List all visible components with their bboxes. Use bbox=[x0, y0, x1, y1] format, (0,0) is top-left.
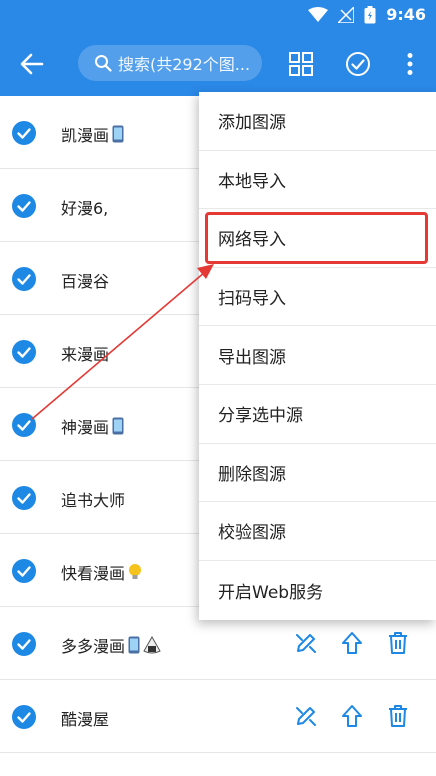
more-vert-icon[interactable] bbox=[397, 51, 423, 77]
checked-icon[interactable] bbox=[12, 559, 36, 583]
back-arrow-icon[interactable] bbox=[18, 50, 46, 78]
search-box[interactable]: 搜索(共292个图... bbox=[78, 45, 262, 81]
overflow-menu: 添加图源 本地导入 网络导入 扫码导入 导出图源 分享选中源 删除图源 校验图源… bbox=[199, 92, 436, 620]
source-name: 凯漫画 bbox=[61, 122, 124, 146]
move-top-icon[interactable] bbox=[340, 704, 364, 728]
wifi-icon bbox=[308, 6, 329, 22]
rice-ball-icon bbox=[143, 636, 161, 654]
source-name: 神漫画 bbox=[61, 414, 124, 438]
checked-icon[interactable] bbox=[12, 413, 36, 437]
edit-icon[interactable] bbox=[294, 631, 318, 655]
menu-item-delete-source[interactable]: 删除图源 bbox=[199, 444, 436, 503]
list-item[interactable]: 酷漫屋 bbox=[0, 680, 436, 753]
source-name: 多多漫画 bbox=[61, 633, 161, 657]
source-name: 好漫6, bbox=[61, 199, 109, 218]
checked-icon[interactable] bbox=[12, 121, 36, 145]
edit-icon[interactable] bbox=[294, 704, 318, 728]
phone-icon bbox=[128, 636, 140, 654]
signal-icon bbox=[338, 6, 355, 23]
search-icon bbox=[95, 55, 112, 72]
menu-item-share-selected[interactable]: 分享选中源 bbox=[199, 385, 436, 444]
status-bar: 9:46 bbox=[0, 0, 436, 30]
menu-item-verify-source[interactable]: 校验图源 bbox=[199, 502, 436, 561]
battery-icon bbox=[364, 5, 376, 23]
checked-icon[interactable] bbox=[12, 705, 36, 729]
checked-icon[interactable] bbox=[12, 632, 36, 656]
source-name: 酷漫屋 bbox=[61, 710, 110, 729]
source-name: 来漫画 bbox=[61, 345, 110, 364]
check-circle-icon[interactable] bbox=[345, 51, 371, 77]
app-toolbar: 搜索(共292个图... bbox=[0, 30, 436, 96]
delete-icon[interactable] bbox=[386, 631, 410, 655]
checked-icon[interactable] bbox=[12, 340, 36, 364]
delete-icon[interactable] bbox=[386, 704, 410, 728]
source-name: 快看漫画 bbox=[61, 560, 142, 584]
checked-icon[interactable] bbox=[12, 194, 36, 218]
menu-item-scan-import[interactable]: 扫码导入 bbox=[199, 268, 436, 327]
menu-item-export-source[interactable]: 导出图源 bbox=[199, 326, 436, 385]
row-actions bbox=[294, 704, 410, 728]
status-time: 9:46 bbox=[386, 5, 426, 24]
search-placeholder: 搜索(共292个图... bbox=[118, 55, 251, 74]
menu-item-local-import[interactable]: 本地导入 bbox=[199, 151, 436, 210]
source-name: 追书大师 bbox=[61, 491, 126, 510]
checked-icon[interactable] bbox=[12, 486, 36, 510]
menu-item-network-import[interactable]: 网络导入 bbox=[199, 209, 436, 268]
menu-item-web-service[interactable]: 开启Web服务 bbox=[199, 561, 436, 620]
lightbulb-icon bbox=[129, 564, 142, 579]
move-top-icon[interactable] bbox=[340, 631, 364, 655]
status-icons: 9:46 bbox=[308, 5, 426, 24]
phone-icon bbox=[112, 125, 124, 143]
menu-item-add-source[interactable]: 添加图源 bbox=[199, 92, 436, 151]
checked-icon[interactable] bbox=[12, 267, 36, 291]
grid-view-icon[interactable] bbox=[288, 51, 314, 77]
row-actions bbox=[294, 631, 410, 655]
source-name: 百漫谷 bbox=[61, 272, 110, 291]
phone-icon bbox=[112, 417, 124, 435]
